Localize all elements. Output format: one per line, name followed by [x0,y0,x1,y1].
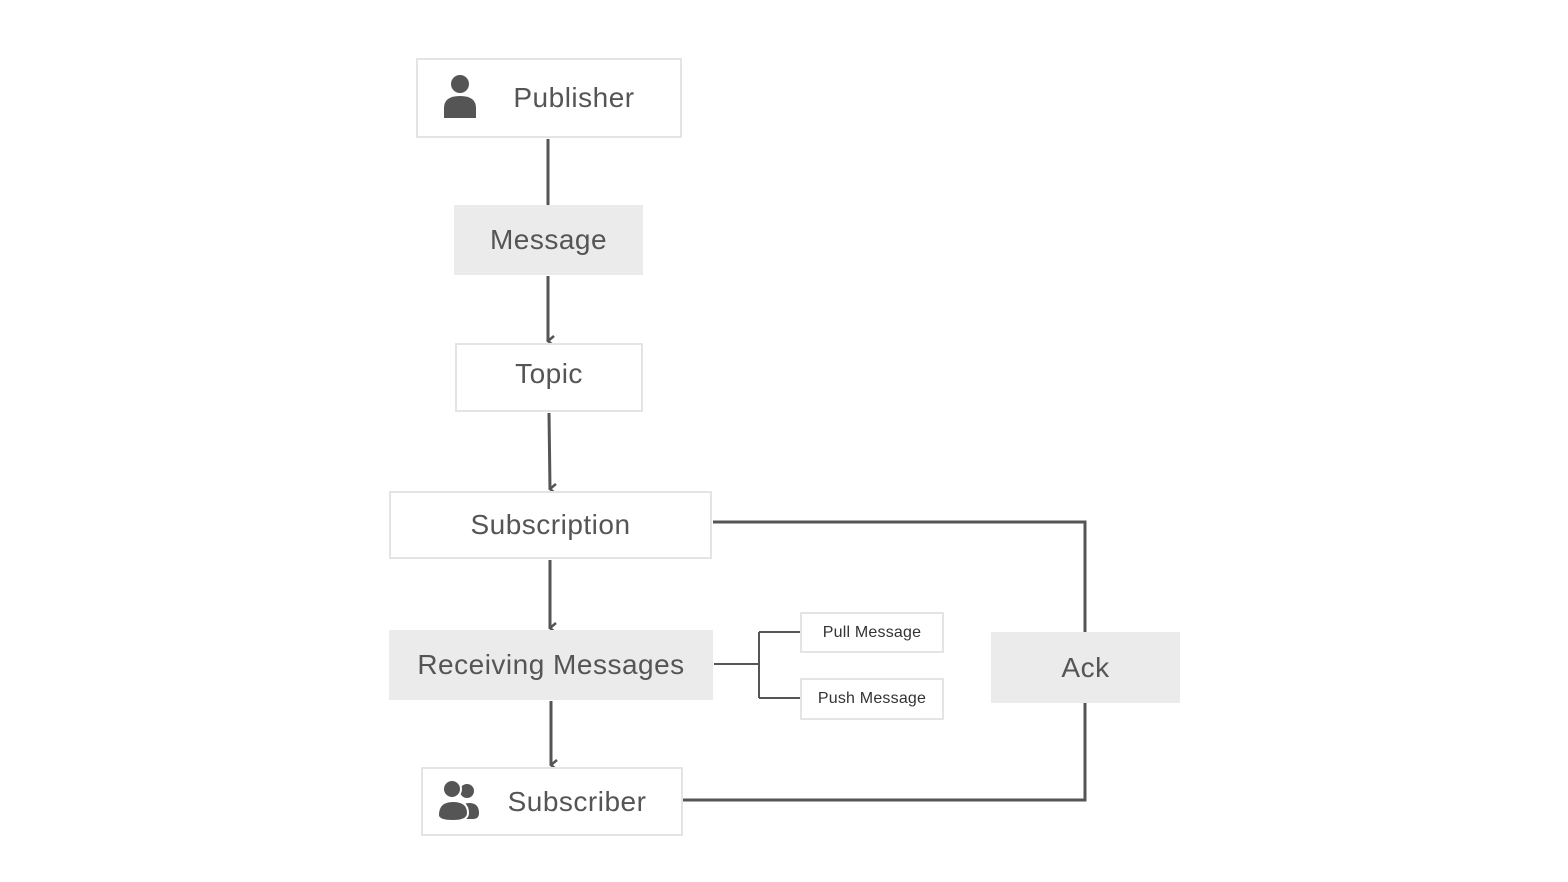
push-message-label: Push Message [817,690,927,707]
subscriber-label: Subscriber [507,785,647,817]
publisher-node: Publisher [416,58,682,138]
ack-label: Ack [1061,651,1110,683]
message-node: Message [454,205,643,275]
subscription-label: Subscription [470,509,631,540]
receiving-messages-node: Receiving Messages [389,630,713,700]
pull-message-node: Pull Message [800,612,944,653]
receiving-bracket [714,631,800,699]
receiving-messages-label: Receiving Messages [417,649,685,680]
message-label: Message [489,224,608,255]
pull-message-label: Pull Message [822,623,922,641]
person-icon [444,75,476,118]
push-message-node: Push Message [800,678,944,720]
connectors [546,139,1087,802]
group-icon [437,779,479,823]
subscriber-node: Subscriber [421,767,683,836]
edge-topic-subscription [547,412,557,495]
topic-label: Topic [515,357,583,389]
subscription-node: Subscription [389,491,712,559]
topic-node: Topic [455,343,643,412]
ack-node: Ack [991,632,1180,703]
publisher-label: Publisher [513,82,635,113]
